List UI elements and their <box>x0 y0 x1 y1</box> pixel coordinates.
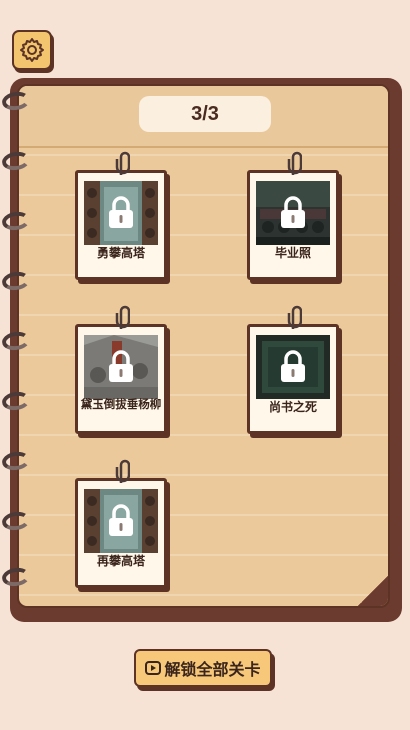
lock-icon <box>109 350 133 382</box>
notebook-header: 3/3 <box>19 86 388 148</box>
video-play-icon <box>145 661 162 675</box>
level-card-5[interactable]: 再攀高塔 <box>75 459 167 588</box>
level-card-3[interactable]: 黛玉倒拔垂杨柳 <box>75 305 167 434</box>
lock-icon <box>281 350 305 382</box>
level-thumbnail <box>256 181 330 245</box>
level-card-4[interactable]: 尚书之死 <box>247 305 339 434</box>
level-thumbnail <box>84 181 158 245</box>
level-title: 再攀高塔 <box>96 554 145 568</box>
paper-clip-icon <box>115 459 130 483</box>
level-title: 黛玉倒拔垂杨柳 <box>80 399 162 411</box>
level-thumbnail <box>84 489 158 553</box>
paper-clip-icon <box>115 151 130 175</box>
lock-icon <box>109 196 133 228</box>
page-indicator: 3/3 <box>139 96 271 132</box>
level-thumbnail <box>84 335 158 399</box>
level-title: 尚书之死 <box>268 400 317 414</box>
unlock-all-button[interactable]: 解锁全部关卡 <box>134 649 272 687</box>
paper-clip-icon <box>287 305 302 329</box>
lock-icon <box>281 196 305 228</box>
unlock-all-label: 解锁全部关卡 <box>164 662 261 679</box>
paper-clip-icon <box>115 305 130 329</box>
level-title: 勇攀高塔 <box>96 246 145 260</box>
page-corner <box>356 574 388 606</box>
level-title: 毕业照 <box>274 246 311 260</box>
level-thumbnail <box>256 335 330 399</box>
level-card-1[interactable]: 勇攀高塔 <box>75 151 167 280</box>
settings-button[interactable] <box>12 30 52 70</box>
level-card-2[interactable]: 毕业照 <box>247 151 339 280</box>
gear-icon <box>20 38 44 62</box>
paper-clip-icon <box>287 151 302 175</box>
lock-icon <box>109 504 133 536</box>
